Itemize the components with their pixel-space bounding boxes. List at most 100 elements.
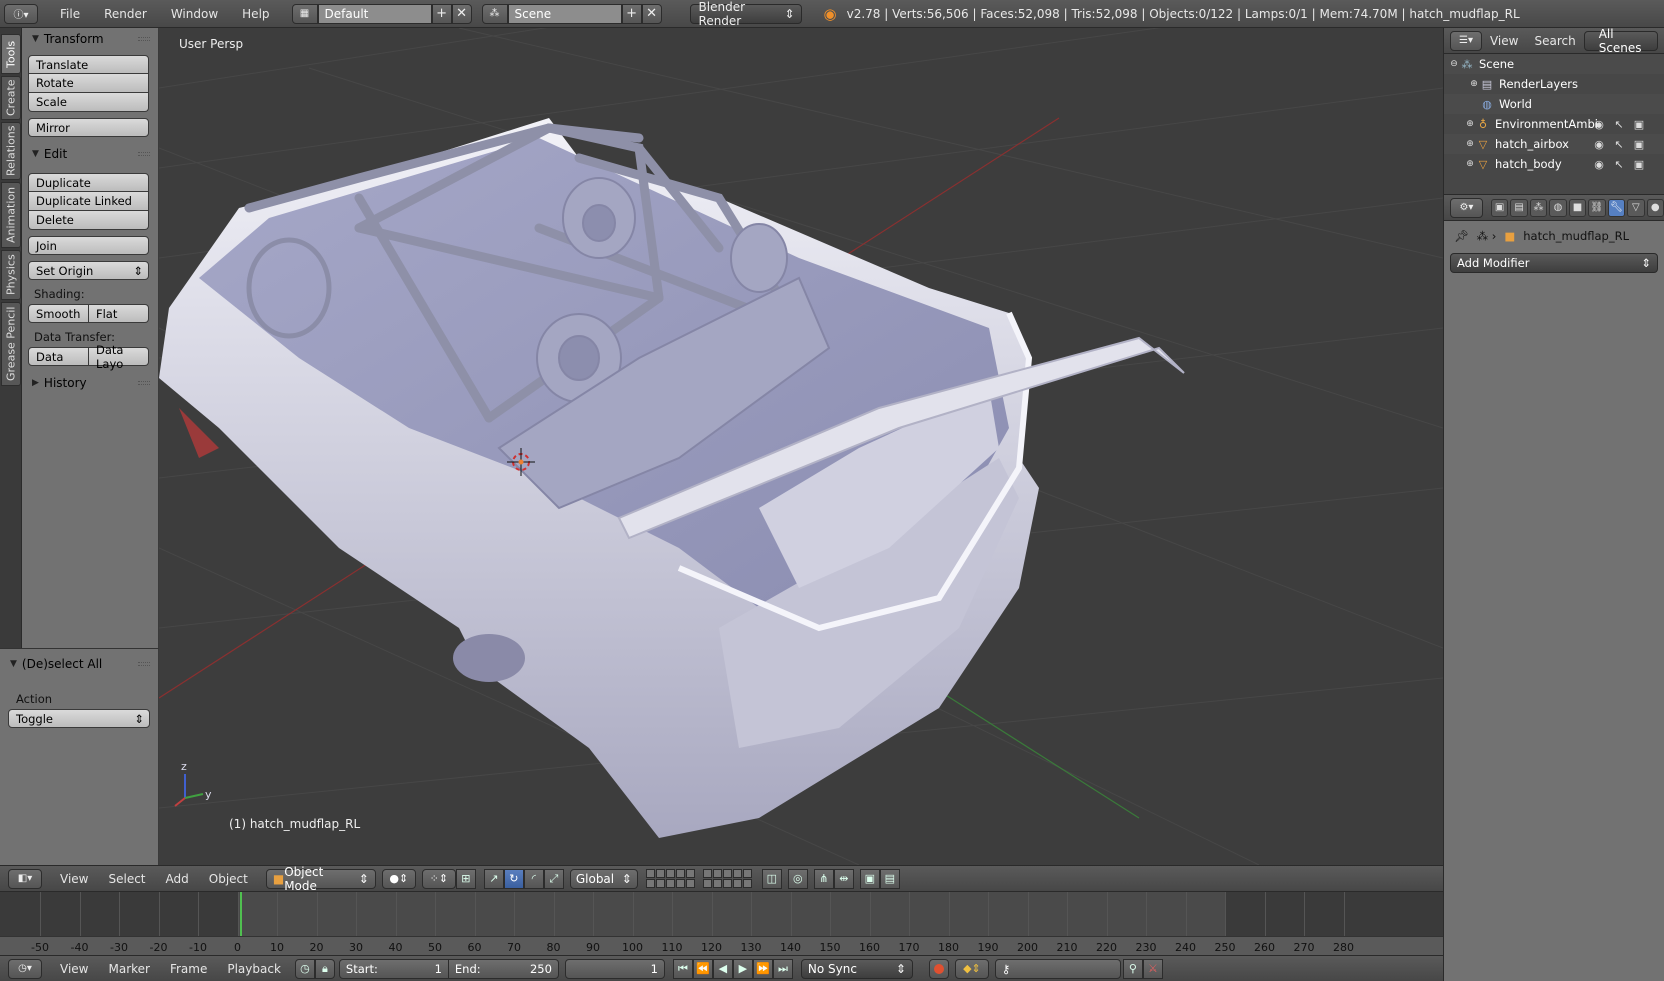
drag-grip-icon[interactable] bbox=[138, 152, 150, 156]
camera-render-icon[interactable]: ▣ bbox=[1632, 118, 1646, 131]
auto-keying-record-button[interactable] bbox=[928, 958, 949, 979]
data-button[interactable]: Data bbox=[28, 347, 89, 366]
viewport-scene[interactable]: z y bbox=[159, 28, 1443, 865]
camera-render-icon[interactable]: ▣ bbox=[1632, 138, 1646, 151]
cursor-select-icon[interactable]: ↖ bbox=[1612, 158, 1626, 171]
render-engine-dropdown[interactable]: Blender Render ⇕ bbox=[689, 0, 802, 28]
scene-tab-icon[interactable]: ⁂ bbox=[1529, 198, 1548, 217]
jump-keyframe-forward-icon[interactable]: ⏩ bbox=[752, 958, 773, 979]
pivot-point-dropdown[interactable]: ⁘⇕ bbox=[421, 868, 456, 889]
lock-camera-icon[interactable]: ◫ bbox=[761, 868, 782, 889]
properties-editor-type-button[interactable]: ⚙▾ bbox=[1450, 197, 1483, 218]
display-mode-dropdown[interactable]: All Scenes bbox=[1583, 27, 1658, 55]
info-editor-type-button[interactable]: ⓘ▾ bbox=[4, 3, 38, 24]
keying-set-field[interactable]: ⚷ bbox=[994, 958, 1121, 979]
transform-panel-header[interactable]: ▼ Transform bbox=[22, 28, 158, 50]
render-animation-icon[interactable]: ▤ bbox=[879, 868, 900, 889]
jump-end-icon[interactable]: ⏭ bbox=[772, 958, 793, 979]
proportional-edit-icon[interactable]: ◎ bbox=[787, 868, 808, 889]
cursor-select-icon[interactable]: ↖ bbox=[1612, 138, 1626, 151]
menu-marker[interactable]: Marker bbox=[98, 962, 159, 976]
expand-icon[interactable]: ⊕ bbox=[1468, 79, 1480, 89]
tab-grease-pencil[interactable]: Grease Pencil bbox=[1, 302, 21, 386]
layout-grid-icon[interactable]: ▦ bbox=[291, 3, 318, 24]
remove-scene-button[interactable]: ✕ bbox=[641, 3, 662, 24]
screen-layout-field[interactable]: Default bbox=[317, 3, 432, 24]
menu-select[interactable]: Select bbox=[98, 872, 155, 886]
3d-viewport[interactable]: z y User Persp (1) hatch_mudflap_RL bbox=[159, 28, 1443, 865]
rotate-manipulator-icon[interactable]: ↻ bbox=[503, 868, 524, 889]
expand-icon[interactable]: ⊕ bbox=[1464, 139, 1476, 149]
object-mode-dropdown[interactable]: ■ Object Mode ⇕ bbox=[265, 865, 376, 893]
play-icon[interactable]: ▶ bbox=[732, 958, 753, 979]
constraints-tab-icon[interactable]: ⛓ bbox=[1588, 198, 1606, 217]
history-panel-header[interactable]: ▶ History bbox=[22, 372, 158, 394]
duplicate-linked-button[interactable]: Duplicate Linked bbox=[28, 192, 149, 211]
menu-frame[interactable]: Frame bbox=[160, 962, 217, 976]
start-frame-field[interactable]: Start: 1 bbox=[338, 958, 449, 979]
tab-create[interactable]: Create bbox=[1, 76, 21, 120]
tab-tools[interactable]: Tools bbox=[1, 34, 21, 74]
timeline-ruler[interactable]: -50 -40 -30 -20 -10 0 10 20 30 40 50 60 70 80 90 100 110… bbox=[0, 936, 1443, 955]
menu-view[interactable]: View bbox=[50, 872, 98, 886]
add-scene-button[interactable]: + bbox=[621, 3, 642, 24]
snap-target-icon[interactable]: ⇹ bbox=[833, 868, 854, 889]
current-frame-field[interactable]: 1 bbox=[564, 958, 665, 979]
jump-start-icon[interactable]: ⏮ bbox=[672, 958, 693, 979]
outliner-editor-type-button[interactable]: ☰▾ bbox=[1450, 30, 1482, 51]
mirror-button[interactable]: Mirror bbox=[28, 118, 149, 137]
scale-manipulator-icon[interactable]: ◜ bbox=[523, 868, 544, 889]
smooth-button[interactable]: Smooth bbox=[28, 304, 89, 323]
timeline-editor-type-button[interactable]: ◷▾ bbox=[8, 958, 42, 979]
outliner-row-renderlayers[interactable]: ⊕ ▤ RenderLayers bbox=[1444, 74, 1664, 94]
combined-manipulator-icon[interactable]: ⤢ bbox=[543, 868, 564, 889]
insert-keyframe-icon[interactable]: ⚲ bbox=[1122, 958, 1143, 979]
outliner-menu-view[interactable]: View bbox=[1482, 34, 1526, 48]
material-tab-icon[interactable]: ● bbox=[1646, 198, 1664, 217]
outliner-row-hatch-airbox[interactable]: ⊕ ▽ hatch_airbox ◉ ↖ ▣ bbox=[1444, 134, 1664, 154]
delete-button[interactable]: Delete bbox=[28, 211, 149, 230]
menu-render[interactable]: Render bbox=[92, 7, 159, 21]
drag-grip-icon[interactable] bbox=[138, 662, 150, 666]
object-tab-icon[interactable]: ■ bbox=[1568, 198, 1587, 217]
transform-orientation-dropdown[interactable]: Global ⇕ bbox=[569, 868, 638, 889]
sync-mode-dropdown[interactable]: No Sync ⇕ bbox=[800, 958, 913, 979]
rotate-button[interactable]: Rotate bbox=[28, 74, 149, 93]
eye-icon[interactable]: ◉ bbox=[1592, 158, 1606, 171]
snap-icon[interactable]: ⋔ bbox=[813, 868, 834, 889]
menu-window[interactable]: Window bbox=[159, 7, 230, 21]
modifiers-tab-icon[interactable]: 🔧︎ bbox=[1607, 198, 1626, 217]
action-dropdown[interactable]: Toggle ⇕ bbox=[8, 709, 150, 728]
scale-button[interactable]: Scale bbox=[28, 93, 149, 112]
delete-keyframe-icon[interactable]: ⚔ bbox=[1142, 958, 1163, 979]
remove-screen-button[interactable]: ✕ bbox=[451, 3, 472, 24]
duplicate-button[interactable]: Duplicate bbox=[28, 173, 149, 192]
eye-icon[interactable]: ◉ bbox=[1592, 138, 1606, 151]
eye-icon[interactable]: ◉ bbox=[1592, 118, 1606, 131]
tab-relations[interactable]: Relations bbox=[1, 122, 21, 180]
data-tab-icon[interactable]: ▽ bbox=[1627, 198, 1645, 217]
end-frame-field[interactable]: End: 250 bbox=[448, 958, 559, 979]
timeline-area[interactable]: -50 -40 -30 -20 -10 0 10 20 30 40 50 60 70 80 90 100 110… bbox=[0, 891, 1443, 955]
translate-manipulator-icon[interactable]: ↗ bbox=[483, 868, 504, 889]
pin-icon[interactable]: 📌︎ bbox=[1454, 229, 1469, 243]
expand-icon[interactable]: ⊕ bbox=[1464, 159, 1476, 169]
jump-keyframe-back-icon[interactable]: ⏪ bbox=[692, 958, 713, 979]
lock-range-icon[interactable]: 🔒︎ bbox=[314, 958, 335, 979]
edit-panel-header[interactable]: ▼ Edit bbox=[22, 143, 158, 165]
translate-button[interactable]: Translate bbox=[28, 55, 149, 74]
car-model[interactable] bbox=[159, 118, 1185, 838]
set-origin-dropdown[interactable]: Set Origin ⇕ bbox=[28, 261, 149, 280]
manipulator-toggle-icon[interactable]: ⊞ bbox=[455, 868, 476, 889]
keying-type-dropdown[interactable]: ◆⇕ bbox=[954, 958, 989, 979]
menu-help[interactable]: Help bbox=[230, 7, 281, 21]
join-button[interactable]: Join bbox=[28, 236, 149, 255]
render-tab-icon[interactable]: ▣ bbox=[1490, 198, 1509, 217]
flat-button[interactable]: Flat bbox=[89, 304, 149, 323]
drag-grip-icon[interactable] bbox=[138, 37, 150, 41]
expand-icon[interactable]: ⊕ bbox=[1464, 119, 1476, 129]
outliner-row-environment[interactable]: ⊕ ♁ EnvironmentAmbi ◉ ↖ ▣ bbox=[1444, 114, 1664, 134]
viewport-editor-type-button[interactable]: ◧▾ bbox=[8, 868, 42, 889]
scene-field[interactable]: Scene bbox=[507, 3, 622, 24]
scene-icon[interactable]: ⁂ bbox=[481, 3, 508, 24]
